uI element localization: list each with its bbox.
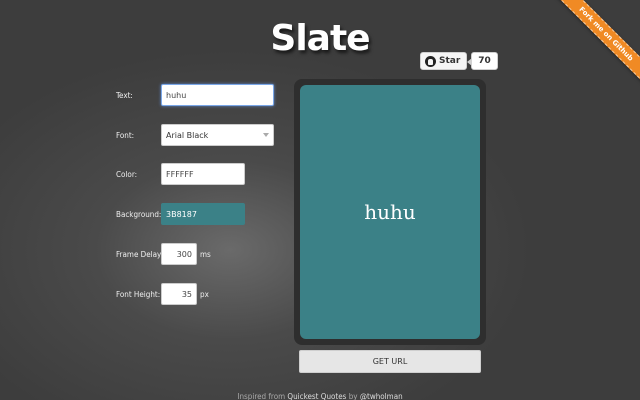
- preview-canvas: huhu: [300, 85, 480, 339]
- github-star-count[interactable]: 70: [467, 52, 498, 70]
- preview-text: huhu: [364, 200, 416, 224]
- font-height-label: Font Height:: [116, 289, 161, 299]
- get-url-button[interactable]: GET URL: [299, 350, 481, 373]
- background-input[interactable]: 3B8187: [161, 203, 245, 225]
- app-title: Slate: [270, 18, 370, 59]
- fork-ribbon-label[interactable]: Fork me on Github: [550, 0, 640, 90]
- footer-prefix: Inspired from: [237, 392, 288, 400]
- github-star-widget: Star 70: [420, 52, 498, 70]
- font-height-unit: px: [200, 289, 209, 299]
- text-row: Text: huhu: [116, 84, 274, 106]
- color-row: Color: FFFFFF: [116, 163, 245, 185]
- color-input[interactable]: FFFFFF: [161, 163, 245, 185]
- text-label: Text:: [116, 90, 133, 100]
- frame-delay-label: Frame Delay:: [116, 249, 164, 259]
- frame-delay-unit: ms: [200, 249, 211, 259]
- github-icon: [425, 55, 436, 67]
- font-height-row: Font Height: 35 px: [116, 283, 209, 305]
- footer: Inspired from Quickest Quotes by @twholm…: [0, 392, 640, 400]
- font-row: Font: Arial Black: [116, 124, 274, 146]
- footer-mid: by: [346, 392, 360, 400]
- background-row: Background: 3B8187: [116, 203, 245, 225]
- frame-delay-input[interactable]: 300: [161, 243, 197, 265]
- github-star-label: Star: [439, 56, 461, 66]
- color-label: Color:: [116, 169, 138, 179]
- background-label: Background:: [116, 209, 162, 219]
- font-select[interactable]: Arial Black: [161, 124, 274, 146]
- text-input[interactable]: huhu: [161, 84, 274, 106]
- font-label: Font:: [116, 130, 135, 140]
- font-select-value: Arial Black: [166, 130, 209, 140]
- footer-link-quickest-quotes[interactable]: Quickest Quotes: [287, 392, 346, 400]
- frame-delay-row: Frame Delay: 300 ms: [116, 243, 211, 265]
- chevron-down-icon: [263, 133, 269, 137]
- fork-ribbon[interactable]: Fork me on Github: [550, 0, 640, 90]
- font-height-input[interactable]: 35: [161, 283, 197, 305]
- github-star-button[interactable]: Star: [420, 52, 468, 70]
- footer-link-author[interactable]: @twholman: [360, 392, 403, 400]
